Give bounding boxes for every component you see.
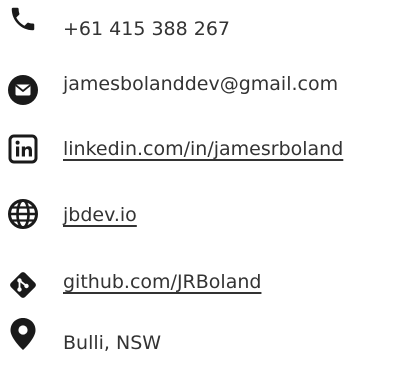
- email-address: jamesbolanddev@gmail.com: [63, 73, 339, 95]
- phone-icon: [6, 2, 40, 36]
- github-link[interactable]: github.com/JRBoland: [63, 270, 261, 294]
- linkedin-icon[interactable]: [6, 132, 40, 166]
- map-pin-icon: [6, 317, 40, 351]
- git-icon[interactable]: [6, 268, 40, 302]
- phone-number: +61 415 388 267: [63, 18, 231, 40]
- website-link[interactable]: jbdev.io: [63, 203, 137, 227]
- email-icon: [6, 73, 40, 107]
- location-text: Bulli, NSW: [63, 332, 162, 354]
- contact-list: +61 415 388 267 jamesbolanddev@gmail.com…: [0, 0, 411, 365]
- linkedin-link[interactable]: linkedin.com/in/jamesrboland: [63, 137, 343, 161]
- globe-icon[interactable]: [6, 197, 40, 231]
